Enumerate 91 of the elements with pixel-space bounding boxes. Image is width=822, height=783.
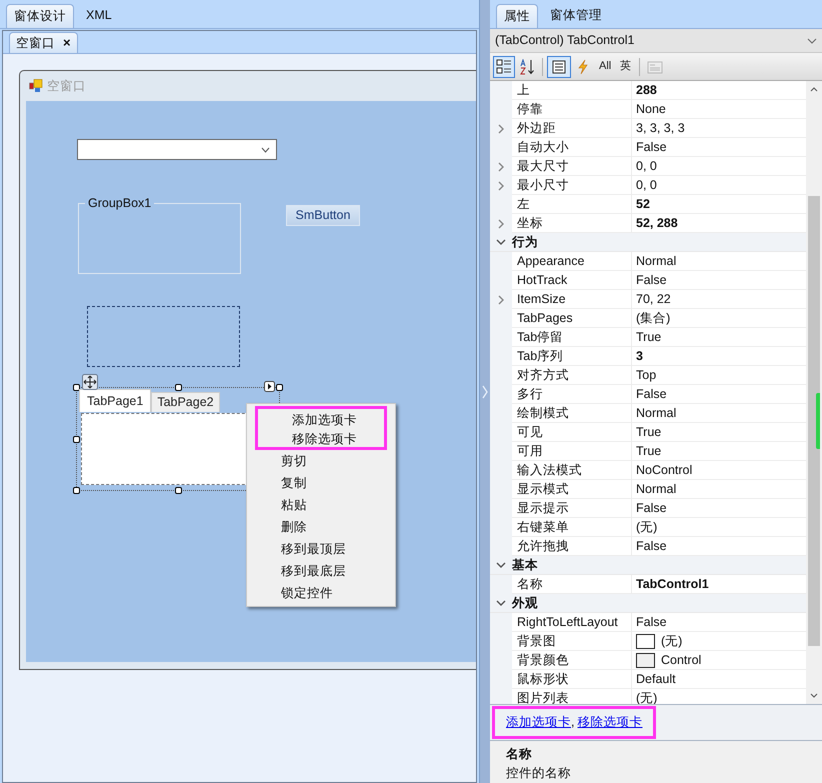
group-box-label: GroupBox1 bbox=[85, 196, 154, 210]
description-title: 名称 bbox=[506, 746, 533, 763]
category-row[interactable]: 基本 bbox=[490, 556, 806, 575]
resize-handle[interactable] bbox=[73, 384, 80, 391]
toolbar-text-button[interactable]: 英 bbox=[616, 56, 636, 78]
property-name: 显示提示 bbox=[512, 499, 632, 518]
category-label: 外观 bbox=[512, 594, 538, 612]
property-name: 可用 bbox=[512, 442, 632, 461]
chevron-down-icon bbox=[261, 146, 270, 152]
tab[interactable]: XML bbox=[76, 4, 122, 28]
sort-az-icon bbox=[519, 58, 535, 74]
menu-item[interactable]: 锁定控件 bbox=[247, 582, 395, 604]
property-value[interactable]: Control bbox=[632, 651, 806, 670]
category-row[interactable]: 行为 bbox=[490, 233, 806, 252]
property-name: 左 bbox=[512, 195, 632, 214]
property-value[interactable]: (无) bbox=[632, 632, 806, 651]
scrollbar[interactable] bbox=[806, 81, 822, 704]
tab-label: 空窗口 bbox=[16, 34, 55, 52]
property-name: 上 bbox=[512, 81, 632, 100]
resize-handle[interactable] bbox=[73, 487, 80, 494]
command-link[interactable]: 添加选项卡 bbox=[506, 713, 571, 732]
menu-item[interactable]: 添加选项卡 bbox=[255, 406, 387, 428]
toolbar-text-button[interactable]: All bbox=[595, 56, 616, 78]
menu-item[interactable]: 移到最顶层 bbox=[247, 538, 395, 560]
property-name: 右键菜单 bbox=[512, 518, 632, 537]
resize-handle[interactable] bbox=[175, 487, 182, 494]
window-title: 空窗口 bbox=[47, 78, 86, 95]
chevron-right-icon[interactable] bbox=[496, 124, 506, 134]
chevron-down-icon[interactable] bbox=[496, 560, 506, 570]
smart-tag-icon[interactable] bbox=[264, 381, 275, 392]
properties-view-button[interactable] bbox=[547, 56, 571, 78]
tab[interactable]: 窗体设计 bbox=[6, 4, 74, 28]
chevron-right-icon[interactable] bbox=[496, 294, 506, 304]
resize-handle[interactable] bbox=[73, 436, 80, 443]
chevron-down-icon[interactable] bbox=[496, 237, 506, 247]
object-selector[interactable]: (TabControl) TabControl1 bbox=[490, 29, 822, 53]
command-link[interactable]: 移除选项卡 bbox=[577, 713, 642, 732]
tab[interactable]: 窗体管理 bbox=[540, 4, 612, 28]
tab[interactable]: TabPage1 bbox=[79, 389, 152, 412]
property-name: 最小尺寸 bbox=[512, 176, 632, 195]
combo-box[interactable] bbox=[77, 139, 277, 160]
categorized-view-button[interactable] bbox=[493, 56, 515, 78]
property-name: TabPages bbox=[512, 309, 632, 328]
property-name: Appearance bbox=[512, 252, 632, 271]
resize-handle[interactable] bbox=[175, 384, 182, 391]
category-row[interactable]: 外观 bbox=[490, 594, 806, 613]
property-name: 显示模式 bbox=[512, 480, 632, 499]
property-name: Tab序列 bbox=[512, 347, 632, 366]
chevron-down-icon bbox=[807, 38, 817, 44]
property-name: 输入法模式 bbox=[512, 461, 632, 480]
property-name: 多行 bbox=[512, 385, 632, 404]
property-name: 停靠 bbox=[512, 100, 632, 119]
property-name: 鼠标形状 bbox=[512, 670, 632, 689]
property-pages-icon bbox=[647, 58, 664, 74]
description-text: 控件的名称 bbox=[506, 764, 572, 782]
list-icon bbox=[551, 58, 567, 74]
resize-handle[interactable] bbox=[276, 384, 283, 391]
window-icon bbox=[29, 79, 43, 93]
category-label: 基本 bbox=[512, 556, 538, 574]
chevron-up-icon[interactable] bbox=[810, 87, 818, 92]
property-name: 对齐方式 bbox=[512, 366, 632, 385]
sm-button[interactable]: SmButton bbox=[286, 205, 360, 226]
menu-item[interactable]: 复制 bbox=[247, 472, 395, 494]
chevron-down-icon[interactable] bbox=[496, 598, 506, 608]
property-name: HotTrack bbox=[512, 271, 632, 290]
chevron-right-icon[interactable] bbox=[496, 218, 506, 228]
menu-item[interactable]: 移到最底层 bbox=[247, 560, 395, 582]
menu-item[interactable]: 移除选项卡 bbox=[255, 428, 387, 450]
property-name: 背景颜色 bbox=[512, 651, 632, 670]
chevron-down-icon[interactable] bbox=[810, 693, 818, 698]
property-name: 外边距 bbox=[512, 119, 632, 138]
menu-item[interactable]: 删除 bbox=[247, 516, 395, 538]
property-name: 可见 bbox=[512, 423, 632, 442]
category-label: 行为 bbox=[512, 234, 538, 251]
property-name: 绘制模式 bbox=[512, 404, 632, 423]
property-name: ItemSize bbox=[512, 290, 632, 309]
property-name: 最大尺寸 bbox=[512, 157, 632, 176]
property-value[interactable]: 288 bbox=[632, 81, 806, 100]
tab[interactable]: TabPage2 bbox=[151, 392, 220, 412]
menu-item[interactable]: 粘贴 bbox=[247, 494, 395, 516]
property-name: 背景图 bbox=[512, 632, 632, 651]
property-name: 自动大小 bbox=[512, 138, 632, 157]
categorized-icon bbox=[496, 58, 512, 74]
property-name: RightToLeftLayout bbox=[512, 613, 632, 632]
property-name: Tab停留 bbox=[512, 328, 632, 347]
move-icon[interactable] bbox=[82, 374, 98, 390]
tab[interactable]: 空窗口 × bbox=[9, 32, 78, 53]
close-button[interactable]: × bbox=[63, 33, 71, 53]
link-separator: , bbox=[571, 714, 576, 732]
menu-item[interactable]: 剪切 bbox=[247, 450, 395, 472]
tab[interactable]: 属性 bbox=[496, 4, 538, 28]
